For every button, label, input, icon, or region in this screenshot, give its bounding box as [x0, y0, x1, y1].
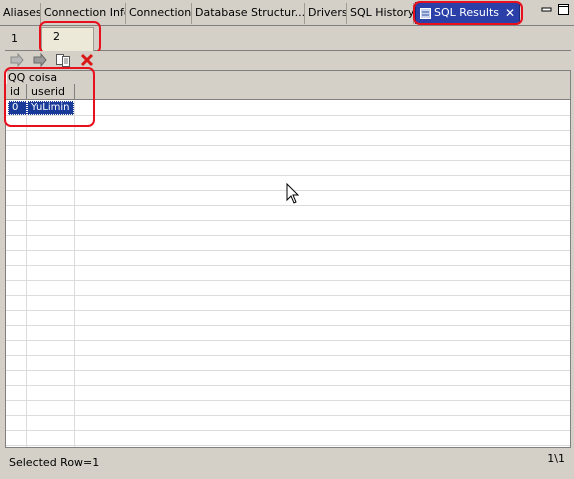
- next-icon[interactable]: [32, 52, 48, 68]
- tab-connections[interactable]: Connections: [126, 3, 192, 24]
- sql-results-icon: [420, 8, 431, 19]
- tab-sql-results-label: SQL Results: [434, 6, 499, 19]
- page-indicator: 1\1: [547, 452, 565, 465]
- grid-body: 0 YuLimin: [6, 101, 570, 447]
- delete-icon[interactable]: [79, 52, 95, 68]
- cell-userid[interactable]: YuLimin: [27, 101, 74, 115]
- tab-drivers[interactable]: Drivers: [305, 3, 347, 24]
- column-divider: [74, 101, 75, 447]
- column-header-id[interactable]: id: [6, 84, 27, 100]
- result-tab-2[interactable]: 2: [41, 27, 94, 51]
- status-text: Selected Row=1: [9, 456, 100, 469]
- column-divider: [26, 101, 27, 447]
- cell-id[interactable]: 0: [8, 101, 27, 115]
- mouse-cursor-icon: [286, 183, 300, 204]
- tab-connection-info[interactable]: Connection Info: [41, 3, 126, 24]
- minimize-icon[interactable]: [541, 4, 552, 15]
- status-bar: Selected Row=1 1\1: [5, 449, 571, 475]
- results-toolbar: [5, 51, 571, 69]
- tab-aliases[interactable]: Aliases: [0, 3, 41, 24]
- result-tab-bar: 1 2: [5, 27, 571, 51]
- tab-sql-history[interactable]: SQL History: [347, 3, 414, 24]
- close-icon[interactable]: ✕: [505, 3, 515, 23]
- view-tab-bar: Aliases Connection Info Connections Data…: [0, 0, 574, 26]
- result-tab-1[interactable]: 1: [5, 30, 41, 50]
- tab-database-structure[interactable]: Database Structur...: [192, 3, 305, 24]
- grid-header: id userid: [6, 84, 570, 100]
- tab-sql-results[interactable]: SQL Results ✕: [415, 2, 520, 24]
- prev-icon[interactable]: [9, 52, 25, 68]
- maximize-icon[interactable]: [558, 4, 569, 15]
- column-header-userid[interactable]: userid: [27, 84, 75, 100]
- copy-icon[interactable]: [55, 52, 71, 68]
- grid-title: QQ coisa: [7, 71, 570, 84]
- results-grid[interactable]: QQ coisa id userid 0 YuLimin: [5, 70, 571, 448]
